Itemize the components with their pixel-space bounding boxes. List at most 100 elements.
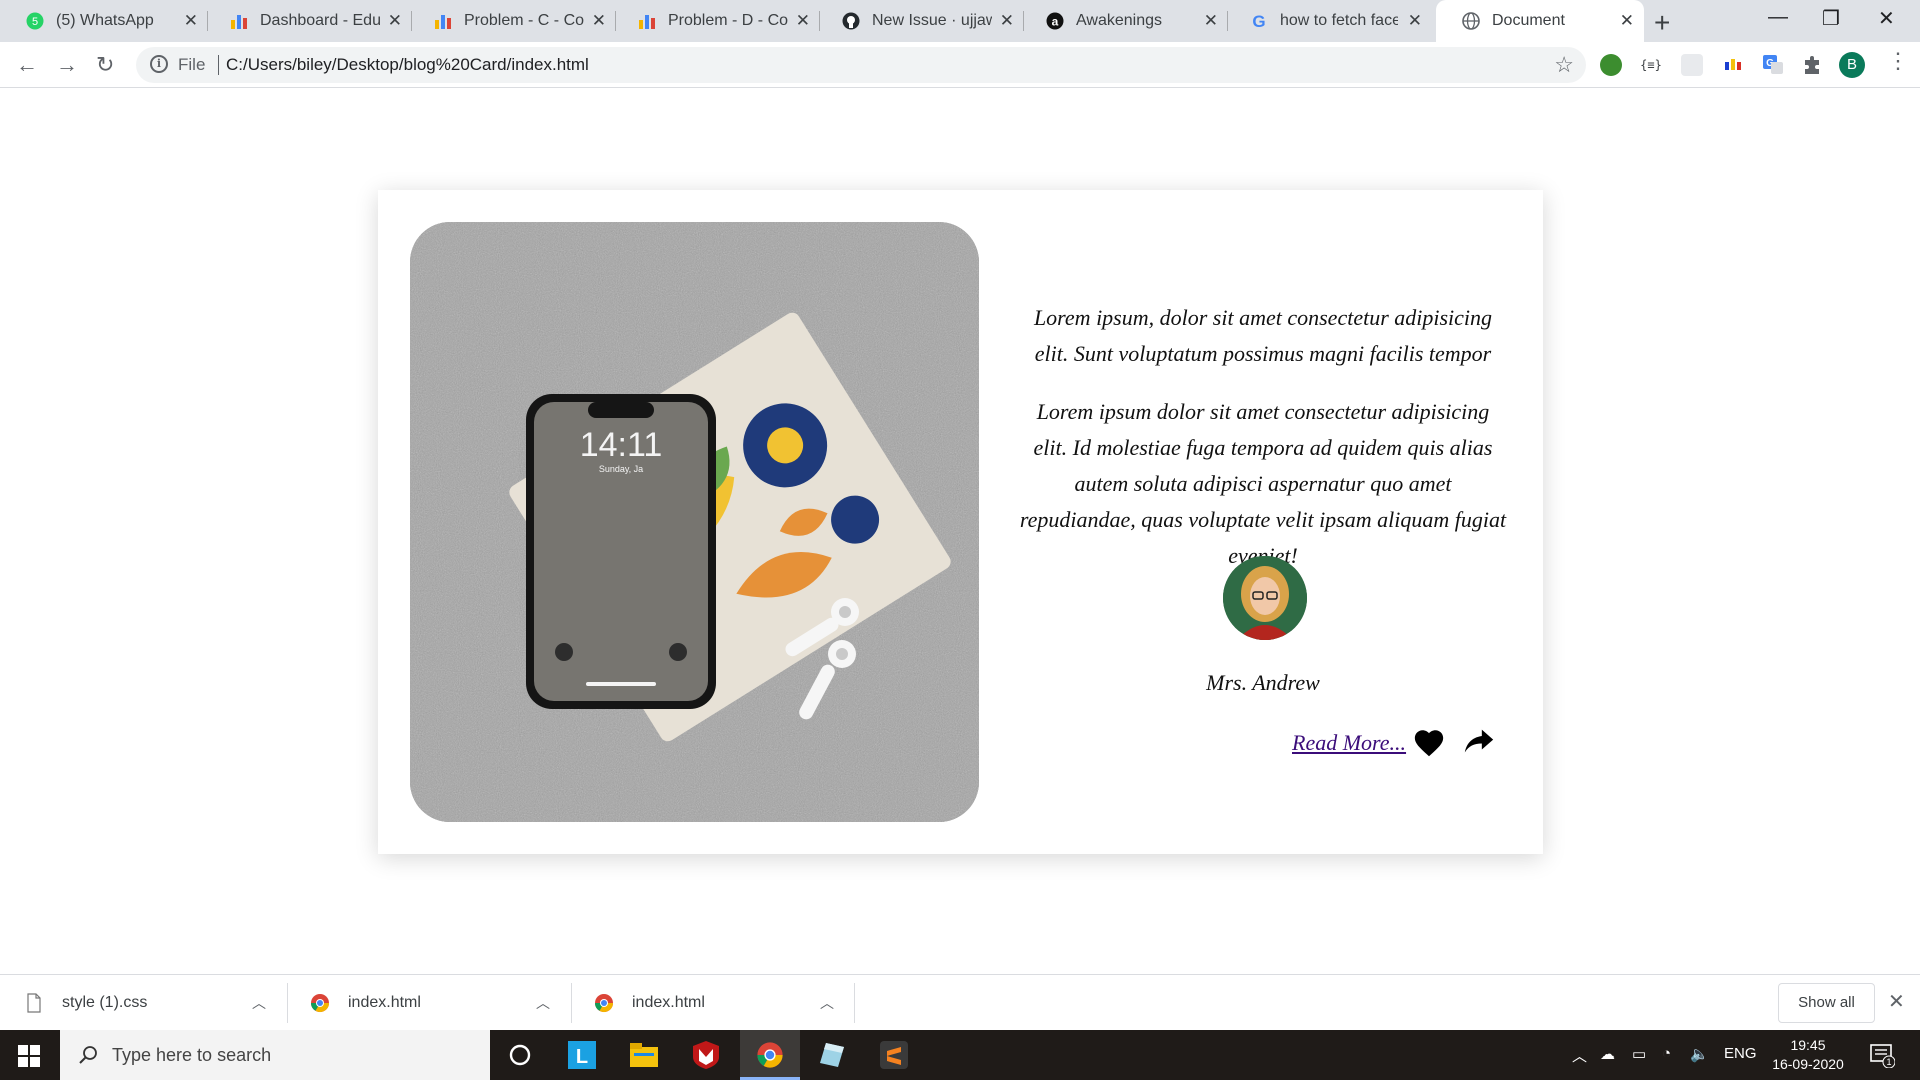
google-translate-icon[interactable]: G: [1762, 54, 1784, 76]
extension-blank-icon[interactable]: [1681, 54, 1703, 76]
close-tab-icon[interactable]: ✕: [184, 12, 198, 30]
read-more-link[interactable]: Read More...: [1292, 730, 1406, 756]
volume-icon[interactable]: 🔈: [1690, 1045, 1709, 1063]
profile-avatar[interactable]: B: [1839, 52, 1865, 78]
chart-icon: [638, 12, 656, 30]
taskbar-clock[interactable]: 19:45 16-09-2020: [1768, 1036, 1848, 1074]
chart-icon: [230, 12, 248, 30]
tab-title: Document: [1492, 12, 1565, 29]
new-tab-button[interactable]: +: [1654, 7, 1670, 39]
avatar: [1223, 556, 1307, 640]
download-separator: [287, 983, 288, 1023]
chrome-icon[interactable]: [754, 1039, 786, 1071]
l-app-icon[interactable]: L: [566, 1039, 598, 1071]
windows-start-icon[interactable]: [18, 1045, 40, 1067]
chart-icon: [434, 12, 452, 30]
download-filename: style (1).css: [62, 994, 148, 1011]
info-icon[interactable]: i: [150, 55, 168, 73]
extensions-puzzle-icon[interactable]: [1801, 54, 1823, 76]
wifi-icon[interactable]: ◔: [1662, 1045, 1671, 1062]
whatsapp-badge: 5: [32, 16, 38, 28]
battery-icon[interactable]: ▭: [1632, 1045, 1646, 1063]
chevron-up-icon[interactable]: ︿: [536, 993, 550, 1013]
extension-flag-icon[interactable]: [1722, 54, 1744, 76]
google-icon: G: [1250, 12, 1268, 30]
notification-center-icon[interactable]: 1: [1866, 1039, 1898, 1071]
bookmark-star-icon[interactable]: ☆: [1554, 52, 1574, 78]
download-item[interactable]: style (1).css ︿: [24, 975, 280, 1031]
tray-overflow-icon[interactable]: ︿: [1572, 1045, 1587, 1066]
close-tab-icon[interactable]: ✕: [1620, 12, 1634, 30]
minimize-button[interactable]: —: [1768, 6, 1788, 29]
back-button[interactable]: ←: [16, 52, 38, 78]
extension-globe-icon[interactable]: [1600, 54, 1622, 76]
cortana-icon[interactable]: [504, 1039, 536, 1071]
blog-card: 14:11 Sunday, Ja Lorem ipsum, dolor sit …: [378, 190, 1543, 854]
tray-cloud-icon[interactable]: ☁: [1600, 1045, 1615, 1063]
clock-date: 16-09-2020: [1772, 1056, 1844, 1072]
tab-title: Dashboard - Educative: [260, 12, 380, 29]
tab-title: Problem - C - Codeforces: [464, 12, 584, 29]
clock-time: 19:45: [1790, 1037, 1826, 1053]
forward-button[interactable]: →: [56, 52, 78, 78]
language-indicator[interactable]: ENG: [1724, 1045, 1757, 1062]
chevron-up-icon[interactable]: ︿: [252, 993, 266, 1013]
phone-date: Sunday, Ja: [599, 464, 643, 474]
tab-google-search[interactable]: G how to fetch facebook ✕: [1224, 0, 1432, 42]
blog-body: Lorem ipsum dolor sit amet consectetur a…: [1019, 399, 1507, 568]
notepad-icon[interactable]: [816, 1039, 848, 1071]
heart-icon[interactable]: [1412, 726, 1446, 760]
chrome-icon: [311, 994, 329, 1013]
file-icon: [27, 993, 41, 1013]
close-tab-icon[interactable]: ✕: [1408, 12, 1422, 30]
tab-title: Problem - D - Codeforces: [668, 12, 788, 29]
restore-button[interactable]: ❐: [1822, 6, 1840, 31]
taskbar-search-box[interactable]: Type here to search: [60, 1030, 490, 1080]
reload-button[interactable]: ↻: [96, 52, 114, 78]
url-text[interactable]: C:/Users/biley/Desktop/blog%20Card/index…: [226, 55, 589, 75]
download-separator: [854, 983, 855, 1023]
json-viewer-icon[interactable]: {≡}: [1640, 54, 1662, 76]
chevron-up-icon[interactable]: ︿: [820, 993, 834, 1013]
close-tab-icon[interactable]: ✕: [796, 12, 810, 30]
tab-dashboard-educative[interactable]: Dashboard - Educative ✕: [204, 0, 412, 42]
phone-illustration: 14:11 Sunday, Ja: [526, 394, 716, 709]
author-name: Mrs. Andrew: [1206, 670, 1320, 695]
show-all-downloads-button[interactable]: Show all: [1778, 983, 1875, 1023]
close-tab-icon[interactable]: ✕: [1204, 12, 1218, 30]
close-tab-icon[interactable]: ✕: [592, 12, 606, 30]
address-divider: [218, 55, 219, 75]
blog-card-text: Lorem ipsum, dolor sit amet consectetur …: [1018, 300, 1508, 574]
tab-title: how to fetch facebook: [1280, 12, 1398, 29]
close-tab-icon[interactable]: ✕: [1000, 12, 1014, 30]
share-icon[interactable]: [1462, 724, 1496, 758]
tab-problem-d[interactable]: Problem - D - Codeforces ✕: [612, 0, 820, 42]
tab-problem-c[interactable]: Problem - C - Codeforces ✕: [408, 0, 616, 42]
awakenings-icon: a: [1046, 12, 1064, 30]
chrome-icon: [595, 994, 613, 1013]
tab-title: Awakenings: [1076, 12, 1162, 29]
download-separator: [571, 983, 572, 1023]
tab-document[interactable]: Document ✕: [1436, 0, 1644, 42]
tab-new-issue[interactable]: New Issue · ujjawal ✕: [816, 0, 1024, 42]
tab-title: New Issue · ujjawal: [872, 12, 992, 29]
blog-intro: Lorem ipsum, dolor sit amet consectetur …: [1033, 305, 1493, 366]
address-bar[interactable]: i File C:/Users/biley/Desktop/blog%20Car…: [136, 47, 1586, 83]
close-window-button[interactable]: ✕: [1878, 6, 1895, 31]
notification-count: 1: [1886, 1057, 1891, 1067]
download-shelf: style (1).css ︿ index.html ︿ index.html …: [0, 974, 1920, 1030]
close-tab-icon[interactable]: ✕: [388, 12, 402, 30]
svg-text:G: G: [1252, 12, 1265, 30]
file-explorer-icon[interactable]: [628, 1039, 660, 1071]
close-shelf-icon[interactable]: ✕: [1888, 989, 1905, 1014]
browser-toolbar: ← → ↻ i File C:/Users/biley/Desktop/blog…: [0, 42, 1920, 88]
sublime-text-icon[interactable]: [878, 1039, 910, 1071]
search-icon: [79, 1046, 97, 1064]
mcafee-icon[interactable]: [690, 1039, 722, 1071]
tab-whatsapp[interactable]: 5 (5) WhatsApp ✕: [0, 0, 208, 42]
download-item[interactable]: index.html ︿: [310, 975, 566, 1031]
svg-text:L: L: [576, 1046, 588, 1068]
download-item[interactable]: index.html ︿: [594, 975, 850, 1031]
tab-awakenings[interactable]: a Awakenings ✕: [1020, 0, 1228, 42]
menu-kebab-icon[interactable]: ⋮: [1887, 48, 1909, 74]
